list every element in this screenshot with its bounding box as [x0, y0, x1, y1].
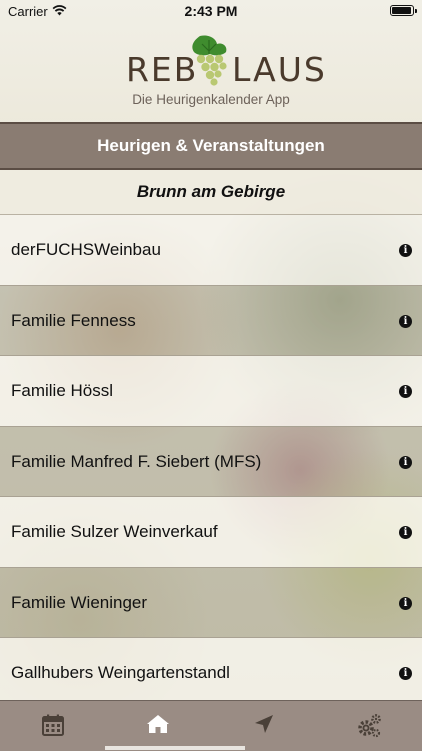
- tab-settings[interactable]: [317, 701, 422, 751]
- list-item[interactable]: Familie Manfred F. Siebert (MFS) i: [0, 427, 422, 498]
- location-title: Brunn am Gebirge: [0, 170, 422, 215]
- list-item-label: Familie Fenness: [11, 311, 136, 330]
- info-icon[interactable]: i: [399, 244, 412, 257]
- list-item[interactable]: Familie Fenness i: [0, 286, 422, 357]
- calendar-icon: [41, 713, 65, 737]
- info-icon[interactable]: i: [399, 315, 412, 328]
- tab-nearby[interactable]: [211, 701, 317, 751]
- info-icon[interactable]: i: [399, 385, 412, 398]
- info-icon[interactable]: i: [399, 526, 412, 539]
- settings-gears-icon: [355, 713, 383, 739]
- status-bar: Carrier 2:43 PM: [0, 0, 422, 22]
- list-item-label: Gallhubers Weingartenstandl: [11, 663, 230, 682]
- battery-icon: [390, 5, 414, 16]
- tab-bar: [0, 700, 422, 751]
- list-item[interactable]: Familie Hössl i: [0, 356, 422, 427]
- clock: 2:43 PM: [0, 3, 422, 19]
- list-item-label: Familie Sulzer Weinverkauf: [11, 522, 218, 541]
- list-item[interactable]: Gallhubers Weingartenstandl i: [0, 638, 422, 709]
- logo-word-laus: LAUS: [232, 50, 327, 89]
- section-header: Heurigen & Veranstaltungen: [0, 122, 422, 170]
- list-item-label: Familie Wieninger: [11, 593, 147, 612]
- selected-tab-indicator: [105, 746, 245, 750]
- info-icon[interactable]: i: [399, 456, 412, 469]
- app-logo: REB LAUS Die Heurigenkalender App: [0, 30, 422, 114]
- list-item-label: derFUCHSWeinbau: [11, 240, 161, 259]
- home-icon: [146, 713, 170, 735]
- list-item-label: Familie Hössl: [11, 381, 113, 400]
- list-item[interactable]: Familie Wieninger i: [0, 568, 422, 639]
- heurigen-list: derFUCHSWeinbau i Familie Fenness i Famili…: [0, 215, 422, 709]
- grape-leaf-icon: [186, 34, 232, 92]
- location-arrow-icon: [253, 713, 275, 735]
- info-icon[interactable]: i: [399, 597, 412, 610]
- logo-tagline: Die Heurigenkalender App: [0, 92, 422, 107]
- list-item-label: Familie Manfred F. Siebert (MFS): [11, 452, 261, 471]
- list-item[interactable]: derFUCHSWeinbau i: [0, 215, 422, 286]
- tab-home[interactable]: [106, 701, 212, 751]
- tab-calendar[interactable]: [0, 701, 106, 751]
- info-icon[interactable]: i: [399, 667, 412, 680]
- list-item[interactable]: Familie Sulzer Weinverkauf i: [0, 497, 422, 568]
